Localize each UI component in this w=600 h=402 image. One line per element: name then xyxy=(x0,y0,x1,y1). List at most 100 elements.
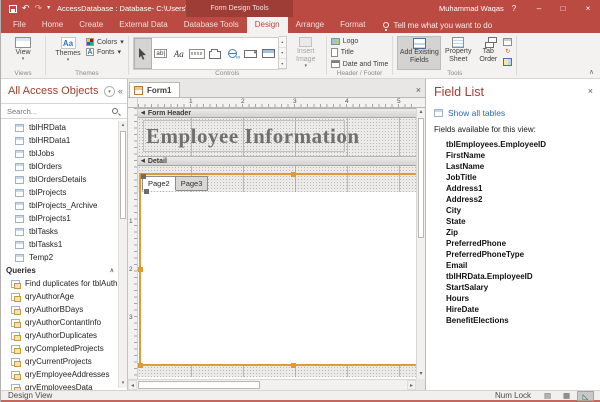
tab-control[interactable] xyxy=(206,38,224,69)
datasheet-view-button[interactable]: ▦ xyxy=(558,391,575,401)
nav-query-item[interactable]: qryCompletedProjects xyxy=(1,342,117,355)
nav-scrollbar[interactable]: ▴ ▾ xyxy=(118,121,127,388)
hyperlink-control[interactable] xyxy=(224,38,242,69)
subform-new-window-button[interactable] xyxy=(503,38,512,46)
selection-border-bottom[interactable] xyxy=(139,364,416,366)
gallery-more-icon[interactable]: ▾ xyxy=(279,59,286,70)
view-button[interactable]: View ▾ xyxy=(5,36,41,63)
nav-table-item[interactable]: tblHRData xyxy=(1,121,117,134)
shutter-bar-collapse-icon[interactable]: « xyxy=(118,86,123,96)
tab-format[interactable]: Format xyxy=(332,17,373,33)
detail-section-bar[interactable]: ◀ Detail xyxy=(138,156,416,166)
field-list-item[interactable]: Hours xyxy=(434,293,595,304)
nav-table-item[interactable]: tblJobs xyxy=(1,147,117,160)
form-header-grid[interactable]: Employee Information xyxy=(138,118,416,156)
tab-arrange[interactable]: Arrange xyxy=(288,17,332,33)
selection-border-top[interactable] xyxy=(139,173,416,175)
colors-button[interactable]: Colors ▾ xyxy=(86,38,124,46)
nav-table-item[interactable]: tblOrders xyxy=(1,160,117,173)
logo-button[interactable]: Logo xyxy=(331,38,389,45)
form-title-label[interactable]: Employee Information xyxy=(143,120,345,152)
field-list-item[interactable]: Zip xyxy=(434,227,595,238)
account-name[interactable]: Muhammad Waqas xyxy=(439,0,504,17)
collapse-group-icon[interactable]: ∧ xyxy=(110,267,114,274)
nav-query-item[interactable]: qryAuthorBDays xyxy=(1,303,117,316)
date-time-button[interactable]: Date and Time xyxy=(331,60,389,68)
close-document-icon[interactable]: × xyxy=(416,85,421,95)
form-vertical-scrollbar[interactable]: ▴ ▾ xyxy=(416,108,425,379)
ruler-corner[interactable] xyxy=(128,98,138,108)
field-list-item[interactable]: Address1 xyxy=(434,183,595,194)
save-icon[interactable] xyxy=(9,5,17,13)
textbox-control[interactable]: ab| xyxy=(152,38,170,69)
gallery-up-icon[interactable]: ▴ xyxy=(279,37,286,48)
vertical-ruler[interactable]: 1 2 3 xyxy=(128,108,138,379)
nav-query-item[interactable]: qryEmployeesData xyxy=(1,381,117,390)
insert-image-button[interactable]: Insert Image ▾ xyxy=(290,36,322,70)
field-list-item[interactable]: FirstName xyxy=(434,150,595,161)
scroll-left-icon[interactable]: ◂ xyxy=(128,380,137,390)
page3-tab[interactable]: Page3 xyxy=(176,176,209,191)
field-list-item[interactable]: Address2 xyxy=(434,194,595,205)
field-list-item[interactable]: StartSalary xyxy=(434,282,595,293)
nav-table-item[interactable]: tblProjects1 xyxy=(1,212,117,225)
subform-control[interactable] xyxy=(260,38,278,69)
button-control[interactable]: xxxx xyxy=(188,38,206,69)
tab-create[interactable]: Create xyxy=(71,17,111,33)
nav-table-item[interactable]: tblOrdersDetails xyxy=(1,173,117,186)
minimize-button[interactable]: – xyxy=(528,0,550,17)
gallery-down-icon[interactable]: ▾ xyxy=(279,48,286,59)
field-list-item[interactable]: State xyxy=(434,216,595,227)
nav-query-item[interactable]: qryEmployeeAddresses xyxy=(1,368,117,381)
nav-table-item[interactable]: tblProjects xyxy=(1,186,117,199)
undo-button[interactable]: ↶ xyxy=(22,0,30,17)
tell-me-box[interactable]: Tell me what you want to do xyxy=(373,17,492,33)
move-handle[interactable] xyxy=(141,174,146,179)
maximize-button[interactable]: □ xyxy=(552,0,574,17)
fonts-button[interactable]: A Fonts ▾ xyxy=(86,48,124,56)
title-button[interactable]: Title xyxy=(331,48,389,57)
resize-handle-top[interactable] xyxy=(291,172,296,177)
show-all-tables-link[interactable]: Show all tables xyxy=(434,108,595,118)
view-code-button[interactable]: ↻ xyxy=(503,48,512,56)
tab-control-page-body[interactable] xyxy=(141,192,416,364)
close-button[interactable]: × xyxy=(577,0,599,17)
nav-table-item[interactable]: tblTasks xyxy=(1,225,117,238)
nav-table-item[interactable]: tblTasks1 xyxy=(1,238,117,251)
document-tab-form1[interactable]: Form1 xyxy=(129,82,180,97)
controls-gallery-scrollbar[interactable]: ▴ ▾ ▾ xyxy=(279,36,287,69)
scrollbar-thumb[interactable] xyxy=(418,118,424,238)
scroll-up-icon[interactable]: ▴ xyxy=(417,108,425,117)
select-pointer-control[interactable] xyxy=(134,38,152,69)
search-input[interactable] xyxy=(7,107,112,116)
nav-query-item[interactable]: Find duplicates for tblAuthors xyxy=(1,277,117,290)
field-list-item[interactable]: Email xyxy=(434,260,595,271)
field-list-item[interactable]: PreferredPhoneType xyxy=(434,249,595,260)
form-header-section-bar[interactable]: ◀ Form Header xyxy=(138,108,416,118)
detail-grid-bottom[interactable] xyxy=(138,366,416,377)
redo-button[interactable]: ↷ xyxy=(35,0,43,17)
navigation-pane-title[interactable]: All Access Objects xyxy=(8,85,104,97)
field-list-item[interactable]: BenefitElections xyxy=(434,315,595,326)
tab-design[interactable]: Design xyxy=(247,17,288,33)
tab-file[interactable]: File xyxy=(5,17,34,33)
nav-table-item[interactable]: Temp2 xyxy=(1,251,117,264)
resize-handle-bottom[interactable] xyxy=(291,363,296,368)
field-list-item[interactable]: tblEmployees.EmployeeID xyxy=(434,139,595,150)
field-list-item[interactable]: JobTitle xyxy=(434,172,595,183)
nav-group-queries[interactable]: Queries ∧ xyxy=(1,264,117,277)
nav-query-item[interactable]: qryCurrentProjects xyxy=(1,355,117,368)
customize-qat-icon[interactable]: ▾ xyxy=(47,0,50,17)
close-panel-icon[interactable]: × xyxy=(588,86,593,96)
nav-table-item[interactable]: tblHRData1 xyxy=(1,134,117,147)
label-control[interactable]: Aa xyxy=(170,38,188,69)
field-list-item[interactable]: tblHRData.EmployeeID xyxy=(434,271,595,282)
combobox-control[interactable] xyxy=(242,38,260,69)
scroll-down-icon[interactable]: ▾ xyxy=(417,370,425,379)
convert-macros-button[interactable] xyxy=(503,58,512,66)
design-view-button[interactable]: ◺ xyxy=(577,391,594,401)
scrollbar-thumb[interactable] xyxy=(120,131,126,219)
field-list-item[interactable]: LastName xyxy=(434,161,595,172)
form-horizontal-scrollbar[interactable]: ◂ ▸ xyxy=(128,379,416,390)
collapse-ribbon-icon[interactable]: ∧ xyxy=(589,68,594,76)
